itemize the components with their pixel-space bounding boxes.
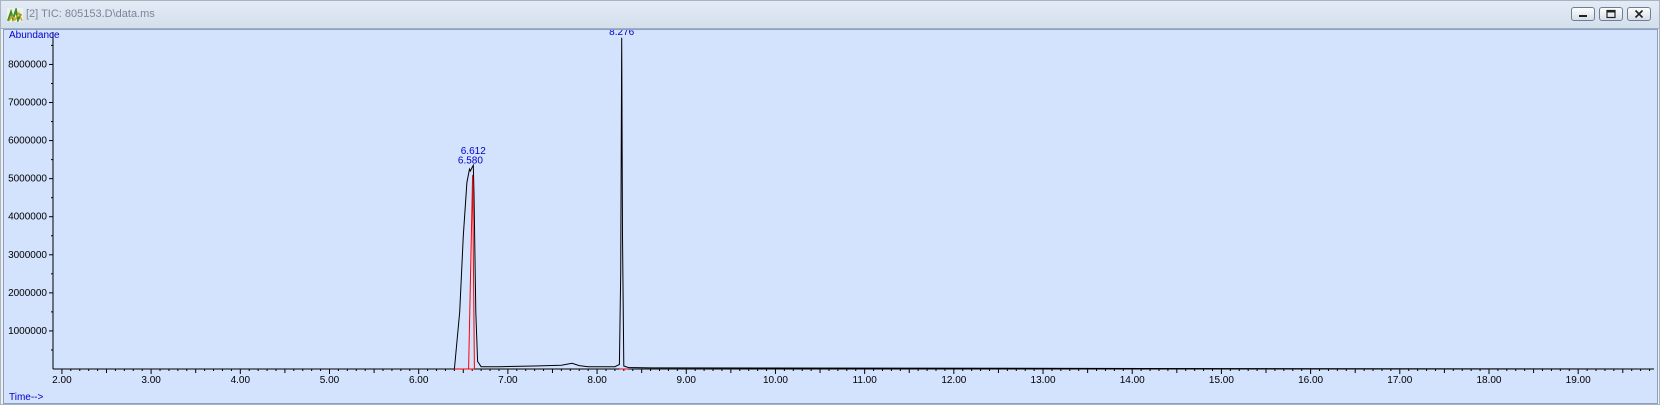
y-tick-label: 3000000 <box>8 250 47 261</box>
x-tick-label: 9.00 <box>677 375 697 386</box>
y-tick-label: 5000000 <box>8 174 47 185</box>
x-tick-label: 18.00 <box>1476 375 1501 386</box>
minimize-icon <box>1579 15 1587 17</box>
y-tick-label: 6000000 <box>8 136 47 147</box>
x-tick-label: 5.00 <box>320 375 340 386</box>
close-icon <box>1634 9 1644 19</box>
y-tick-label: 2000000 <box>8 288 47 299</box>
x-tick-label: 15.00 <box>1209 375 1234 386</box>
x-tick-label: 14.00 <box>1120 375 1145 386</box>
minimize-button[interactable] <box>1571 7 1595 21</box>
tic-trace-series <box>57 37 1655 370</box>
x-tick-label: 7.00 <box>498 375 518 386</box>
y-tick-label: 7000000 <box>8 98 47 109</box>
x-tick-label: 4.00 <box>231 375 251 386</box>
x-tick-label: 6.00 <box>409 375 429 386</box>
peak-labels: 6.6126.5808.276 <box>458 30 635 166</box>
y-axis: 1000000 2000000 3000000 4000000 5000000 60000… <box>8 32 54 369</box>
x-tick-label: 19.00 <box>1566 375 1591 386</box>
restore-icon <box>1606 9 1616 19</box>
x-tick-label: 12.00 <box>941 375 966 386</box>
x-tick-label: 13.00 <box>1031 375 1056 386</box>
x-tick-label: 17.00 <box>1387 375 1412 386</box>
peak-label: 8.276 <box>609 30 634 38</box>
x-tick-label: 3.00 <box>141 375 161 386</box>
y-tick-label: 4000000 <box>8 212 47 223</box>
traces <box>57 37 1655 370</box>
x-tick-label: 11.00 <box>853 375 878 386</box>
peak-label: 6.580 <box>458 155 483 166</box>
x-axis: 2.00 3.00 4.00 5.00 6.00 7.00 8.00 9.00 10.00 11.… <box>52 368 1654 386</box>
window-titlebar[interactable]: [2] TIC: 805153.D\data.ms <box>1 1 1659 29</box>
window-title: [2] TIC: 805153.D\data.ms <box>26 8 155 20</box>
x-axis-label: Time--> <box>9 392 44 403</box>
x-tick-label: 10.00 <box>763 375 788 386</box>
chromatogram-app-icon <box>7 8 23 22</box>
chromatogram-window: [2] TIC: 805153.D\data.ms 1000000 2000000… <box>0 0 1660 405</box>
plot-area[interactable]: 1000000 2000000 3000000 4000000 5000000 60000… <box>3 29 1658 404</box>
y-tick-label: 8000000 <box>8 59 47 70</box>
chromatogram-chart[interactable]: 1000000 2000000 3000000 4000000 5000000 60000… <box>4 30 1657 403</box>
x-tick-label: 8.00 <box>587 375 607 386</box>
restore-button[interactable] <box>1599 7 1623 21</box>
x-tick-label: 16.00 <box>1298 375 1323 386</box>
integration-baseline <box>468 174 475 370</box>
y-axis-label: Abundance <box>9 30 60 41</box>
y-tick-label: 1000000 <box>8 326 47 337</box>
x-tick-label: 2.00 <box>52 375 72 386</box>
close-button[interactable] <box>1627 7 1651 21</box>
